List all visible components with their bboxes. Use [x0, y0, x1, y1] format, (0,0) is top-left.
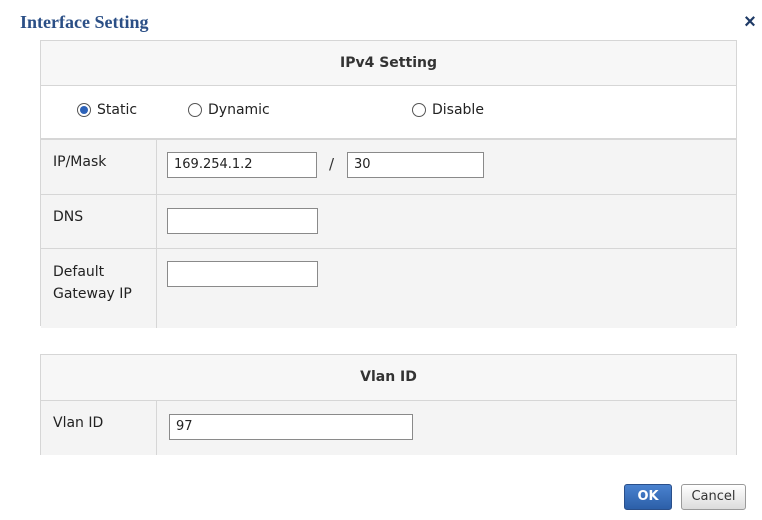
- radio-disable-label: Disable: [432, 102, 484, 118]
- ip-mask-row: IP/Mask 169.254.1.2 / 30: [41, 140, 736, 195]
- close-icon[interactable]: ×: [740, 12, 760, 32]
- mask-input[interactable]: 30: [347, 152, 484, 178]
- radio-disable-indicator[interactable]: [412, 103, 426, 117]
- mask-separator: /: [329, 155, 335, 173]
- vlan-id-cell: 97: [157, 401, 736, 455]
- ipv4-setting-panel: IPv4 Setting Static Dynamic Disable IP/M…: [40, 40, 737, 328]
- radio-dynamic[interactable]: Dynamic: [188, 102, 270, 118]
- default-gateway-label: Default Gateway IP: [41, 249, 157, 328]
- dns-input[interactable]: [167, 208, 318, 234]
- ip-mask-cell: 169.254.1.2 / 30: [157, 140, 736, 194]
- cancel-button[interactable]: Cancel: [681, 484, 746, 510]
- radio-static-indicator[interactable]: [77, 103, 91, 117]
- ok-button[interactable]: OK: [624, 484, 672, 510]
- ip-address-input[interactable]: 169.254.1.2: [167, 152, 317, 178]
- vlan-id-heading: Vlan ID: [41, 355, 736, 401]
- vlan-id-label: Vlan ID: [41, 401, 157, 455]
- dns-label: DNS: [41, 195, 157, 248]
- vlan-id-panel: Vlan ID Vlan ID 97: [40, 354, 737, 455]
- radio-dynamic-label: Dynamic: [208, 102, 270, 118]
- radio-dynamic-indicator[interactable]: [188, 103, 202, 117]
- interface-setting-dialog: Interface Setting × IPv4 Setting Static …: [0, 0, 762, 520]
- dialog-title: Interface Setting: [20, 12, 149, 32]
- ipv4-mode-row: Static Dynamic Disable: [41, 86, 736, 140]
- default-gateway-row: Default Gateway IP: [41, 249, 736, 328]
- default-gateway-cell: [157, 249, 736, 328]
- radio-disable[interactable]: Disable: [412, 102, 484, 118]
- ip-mask-label: IP/Mask: [41, 140, 157, 194]
- ipv4-setting-heading: IPv4 Setting: [41, 41, 736, 86]
- gateway-label-line1: Default: [53, 264, 105, 280]
- dns-row: DNS: [41, 195, 736, 249]
- dns-cell: [157, 195, 736, 248]
- default-gateway-input[interactable]: [167, 261, 318, 287]
- vlan-id-input[interactable]: 97: [169, 414, 413, 440]
- gateway-label-line2: Gateway IP: [53, 286, 132, 302]
- radio-static[interactable]: Static: [77, 102, 137, 118]
- radio-static-label: Static: [97, 102, 138, 118]
- vlan-id-row: Vlan ID 97: [41, 401, 736, 455]
